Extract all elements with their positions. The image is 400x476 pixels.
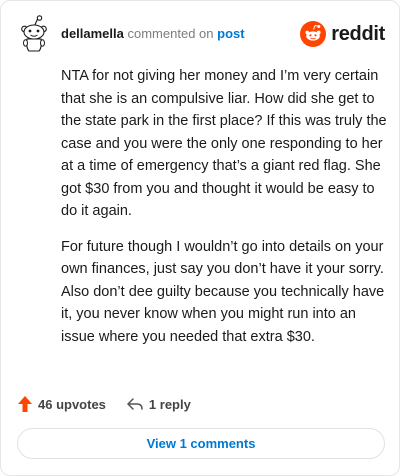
reddit-logo-icon [300,21,327,47]
reddit-brand[interactable]: reddit [300,20,385,48]
commented-on-text: commented on [127,26,214,41]
snoo-avatar-icon[interactable] [17,15,51,53]
comment-actions: 46 upvotes 1 reply [17,391,191,417]
reply-arrow-icon [126,396,144,412]
reply-button[interactable]: 1 reply [126,396,191,412]
upvote-arrow-icon [17,395,33,413]
comment-meta: dellamella commented on post [61,26,245,42]
reply-count: 1 reply [148,396,191,412]
comment-paragraph: NTA for not giving her money and I’m ver… [61,68,387,219]
comment-header: dellamella commented on post reddit [17,15,385,55]
upvote-button[interactable]: 46 upvotes [17,395,106,413]
comment-body: NTA for not giving her money and I’m ver… [61,65,387,361]
view-comments-button[interactable]: View 1 comments [17,428,385,459]
username-link[interactable]: dellamella [61,26,124,41]
post-link[interactable]: post [217,26,244,41]
upvote-count: 46 upvotes [38,396,106,412]
reddit-wordmark: reddit [331,22,385,45]
comment-card: dellamella commented on post reddit NTA … [0,0,400,476]
comment-paragraph: For future though I wouldn’t go into det… [61,238,385,345]
